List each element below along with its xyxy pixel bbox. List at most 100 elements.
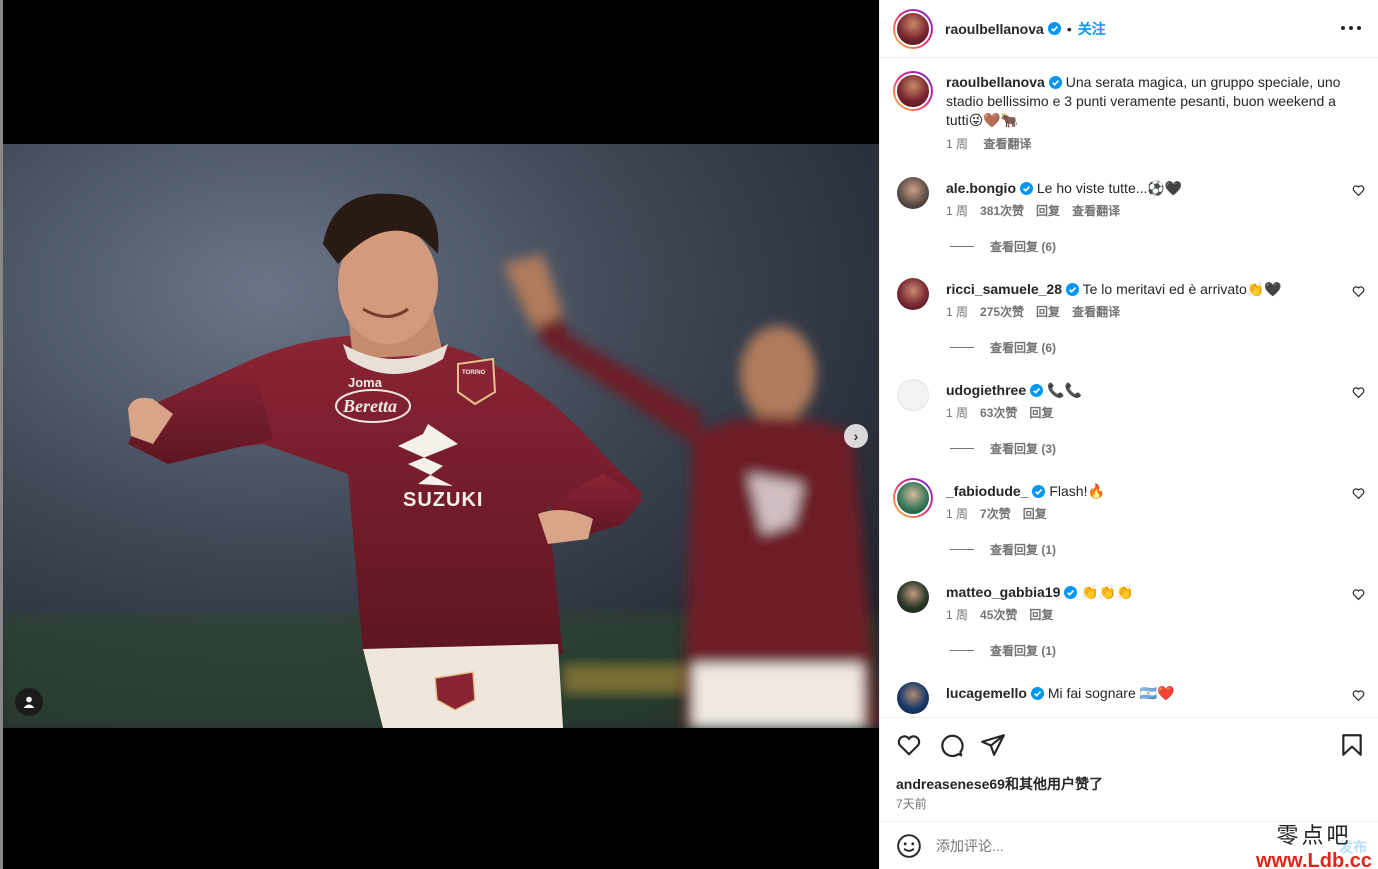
comment-username[interactable]: lucagemello [946, 685, 1027, 701]
comment-avatar[interactable] [897, 379, 929, 411]
post-media: Joma Beretta TORINO SUZUKI › [0, 0, 879, 869]
comment-username[interactable]: _fabiodude_ [946, 483, 1028, 499]
comment-translate-link[interactable]: 查看翻译 [1072, 204, 1120, 218]
verified-icon [1030, 384, 1044, 397]
view-replies-label: 查看回复 (3) [990, 442, 1057, 456]
comment-text: Te lo meritavi ed è arrivato👏🖤 [1082, 281, 1282, 297]
comment-text: 📞📞 [1047, 382, 1082, 398]
comment-username[interactable]: ricci_samuele_28 [946, 281, 1062, 297]
like-comment-icon[interactable] [1352, 184, 1365, 197]
follow-button[interactable]: 关注 [1078, 19, 1106, 39]
comment-time: 1 周 [946, 305, 969, 319]
comment-input[interactable] [936, 837, 1236, 854]
jersey-badge-text: TORINO [462, 370, 486, 376]
comment-item: ricci_samuele_28 Te lo meritavi ed è arr… [893, 278, 1373, 379]
tagged-users-button[interactable] [15, 688, 43, 716]
comment-username[interactable]: ale.bongio [946, 180, 1016, 196]
view-replies-label: 查看回复 (6) [990, 240, 1057, 254]
like-comment-icon[interactable] [1352, 386, 1365, 399]
comment-avatar[interactable] [897, 278, 929, 310]
verified-icon [1032, 485, 1046, 498]
comment-icon[interactable] [938, 732, 964, 758]
view-replies-button[interactable]: 查看回复 (6) [950, 339, 1056, 356]
view-replies-button[interactable]: 查看回复 (6) [950, 238, 1056, 255]
view-replies-button[interactable]: 查看回复 (1) [950, 642, 1056, 659]
post-header: raoulbellanova • 关注 [880, 0, 1378, 58]
comment-reply-button[interactable]: 回复 [1023, 507, 1047, 521]
comment-likes[interactable]: 381次赞 [980, 204, 1024, 218]
verified-icon [1064, 586, 1078, 599]
comment-likes[interactable]: 45次赞 [980, 608, 1017, 622]
comment-avatar[interactable] [893, 478, 933, 518]
next-photo-button[interactable]: › [844, 424, 868, 448]
bookmark-icon[interactable] [1339, 732, 1365, 758]
like-comment-icon[interactable] [1352, 487, 1365, 500]
comments-list[interactable]: raoulbellanova Una serata magica, un gru… [880, 59, 1378, 714]
watermark-cn-text: 零点吧 [1276, 824, 1352, 849]
like-comment-icon[interactable] [1352, 285, 1365, 298]
share-icon[interactable] [980, 732, 1006, 758]
comment-reply-button[interactable]: 回复 [1036, 204, 1060, 218]
comment-time: 1 周 [946, 204, 969, 218]
window-edge [0, 0, 3, 869]
comment-avatar[interactable] [897, 177, 929, 209]
jersey-sponsor-text: Beretta [342, 396, 397, 416]
verified-icon [1020, 182, 1033, 195]
comment-text: 👏👏👏 [1081, 584, 1134, 600]
comment-text: Le ho viste tutte...⚽🖤 [1036, 180, 1183, 196]
comment-username[interactable]: udogiethree [946, 382, 1026, 398]
author-username[interactable]: raoulbellanova [945, 21, 1044, 37]
comment-likes[interactable]: 7次赞 [980, 507, 1011, 521]
caption-avatar[interactable] [893, 71, 933, 111]
post-photo: Joma Beretta TORINO SUZUKI [3, 144, 879, 728]
verified-icon [1048, 76, 1062, 89]
comment-time: 1 周 [946, 406, 969, 420]
view-replies-label: 查看回复 (1) [990, 644, 1057, 658]
view-replies-label: 查看回复 (6) [990, 341, 1057, 355]
verified-icon [1065, 283, 1079, 296]
post-actions: andreasenese69和其他用户赞了 7天前 [880, 717, 1378, 821]
view-replies-button[interactable]: 查看回复 (1) [950, 541, 1056, 558]
comment-time: 1 周 [946, 608, 969, 622]
comment-avatar[interactable] [897, 682, 929, 714]
like-icon[interactable] [896, 732, 922, 758]
comment-likes[interactable]: 275次赞 [980, 305, 1024, 319]
more-options-icon[interactable] [1341, 18, 1361, 38]
caption-username[interactable]: raoulbellanova [946, 74, 1045, 90]
author-avatar[interactable] [893, 8, 933, 49]
view-replies-button[interactable]: 查看回复 (3) [950, 440, 1056, 457]
comment-reply-button[interactable]: 回复 [1029, 608, 1053, 622]
comment-reply-button[interactable]: 回复 [1036, 305, 1060, 319]
comment-item: lucagemello Mi fai sognare 🇦🇷❤️ [893, 682, 1373, 714]
comment-likes[interactable]: 63次赞 [980, 406, 1017, 420]
post-date: 7天前 [896, 797, 927, 811]
comment-translate-link[interactable]: 查看翻译 [1072, 305, 1120, 319]
verified-icon [1030, 687, 1044, 700]
comment-item: udogiethree 📞📞 1 周 63次赞 回复 查看回复 (3) [893, 379, 1373, 480]
post-side-panel: raoulbellanova • 关注 raoulbellanova Una s… [879, 0, 1378, 869]
comment-time: 1 周 [946, 507, 969, 521]
comment-item: ale.bongio Le ho viste tutte...⚽🖤 1 周 381… [893, 177, 1373, 278]
emoji-icon[interactable] [896, 833, 922, 859]
comment-avatar[interactable] [897, 581, 929, 613]
like-comment-icon[interactable] [1352, 689, 1365, 702]
separator-dot: • [1066, 20, 1072, 37]
verified-icon [1047, 22, 1061, 35]
like-comment-icon[interactable] [1352, 588, 1365, 601]
comment-text: Mi fai sognare 🇦🇷❤️ [1047, 685, 1175, 701]
comment-text: Flash!🔥 [1049, 483, 1105, 499]
caption-meta: 1 周 查看翻译 [946, 135, 1356, 154]
likes-summary[interactable]: andreasenese69和其他用户赞了 [896, 774, 1103, 794]
watermark-url-text: www.Ldb.cc [1256, 850, 1372, 869]
comment-username[interactable]: matteo_gabbia19 [946, 584, 1060, 600]
caption-time: 1 周 [946, 137, 969, 151]
jersey-main-sponsor-text: SUZUKI [403, 489, 483, 511]
person-icon [23, 696, 35, 708]
comment-item: _fabiodude_ Flash!🔥 1 周 7次赞 回复 查看回复 (1) [893, 478, 1373, 581]
football-player-photo: Joma Beretta TORINO SUZUKI [3, 144, 879, 728]
jersey-brand-text: Joma [348, 375, 383, 390]
comment-reply-button[interactable]: 回复 [1029, 406, 1053, 420]
view-replies-label: 查看回复 (1) [990, 543, 1057, 557]
watermark: 零点吧 www.Ldb.cc [1254, 818, 1374, 869]
caption-translate-link[interactable]: 查看翻译 [983, 137, 1031, 151]
